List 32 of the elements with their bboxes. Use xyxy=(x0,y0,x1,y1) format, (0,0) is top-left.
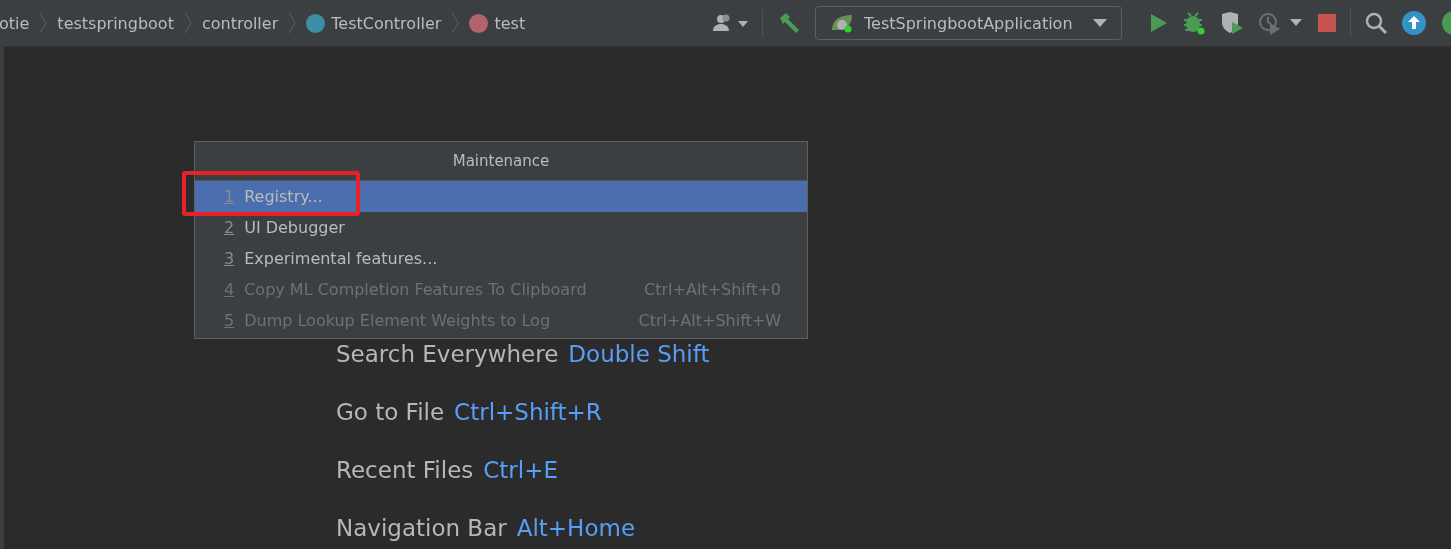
breadcrumb[interactable]: controller xyxy=(201,13,279,33)
chevron-icon xyxy=(39,12,48,34)
run-configuration-dropdown[interactable]: TestSpringbootApplication xyxy=(815,6,1122,40)
bug-icon[interactable] xyxy=(1182,11,1206,35)
profiler-icon[interactable] xyxy=(1258,11,1304,35)
menu-item[interactable]: 3 Experimental features... xyxy=(195,243,807,274)
hint-shortcut: Double Shift xyxy=(568,340,710,369)
user-icon[interactable] xyxy=(712,13,748,33)
hint-action: Go to File xyxy=(336,398,445,427)
hint-action: Recent Files xyxy=(336,456,474,485)
search-icon[interactable] xyxy=(1365,12,1387,34)
breadcrumb[interactable]: test xyxy=(494,13,526,33)
breadcrumb[interactable]: testspringboot xyxy=(57,13,174,33)
update-icon[interactable] xyxy=(1401,10,1427,36)
hint-action: Search Everywhere xyxy=(336,340,559,369)
chevron-icon xyxy=(451,12,460,34)
plugin-icon[interactable] xyxy=(1441,10,1451,36)
run-icon[interactable] xyxy=(1150,13,1168,33)
menu-item[interactable]: 2 UI Debugger xyxy=(195,212,807,243)
chevron-icon xyxy=(288,12,297,34)
breadcrumb[interactable]: TestController xyxy=(331,13,442,33)
caret-icon xyxy=(1093,19,1107,27)
chevron-icon xyxy=(183,12,192,34)
hint-shortcut: Ctrl+E xyxy=(483,456,558,485)
shield-run-icon[interactable] xyxy=(1220,11,1244,35)
breadcrumb[interactable]: otie xyxy=(0,13,30,33)
hint-shortcut: Ctrl+Shift+R xyxy=(454,398,602,427)
hint-action: Navigation Bar xyxy=(336,514,507,543)
method-icon xyxy=(469,13,489,33)
hammer-icon[interactable] xyxy=(777,12,801,34)
class-icon xyxy=(306,13,326,33)
hint-shortcut: Alt+Home xyxy=(516,514,636,543)
